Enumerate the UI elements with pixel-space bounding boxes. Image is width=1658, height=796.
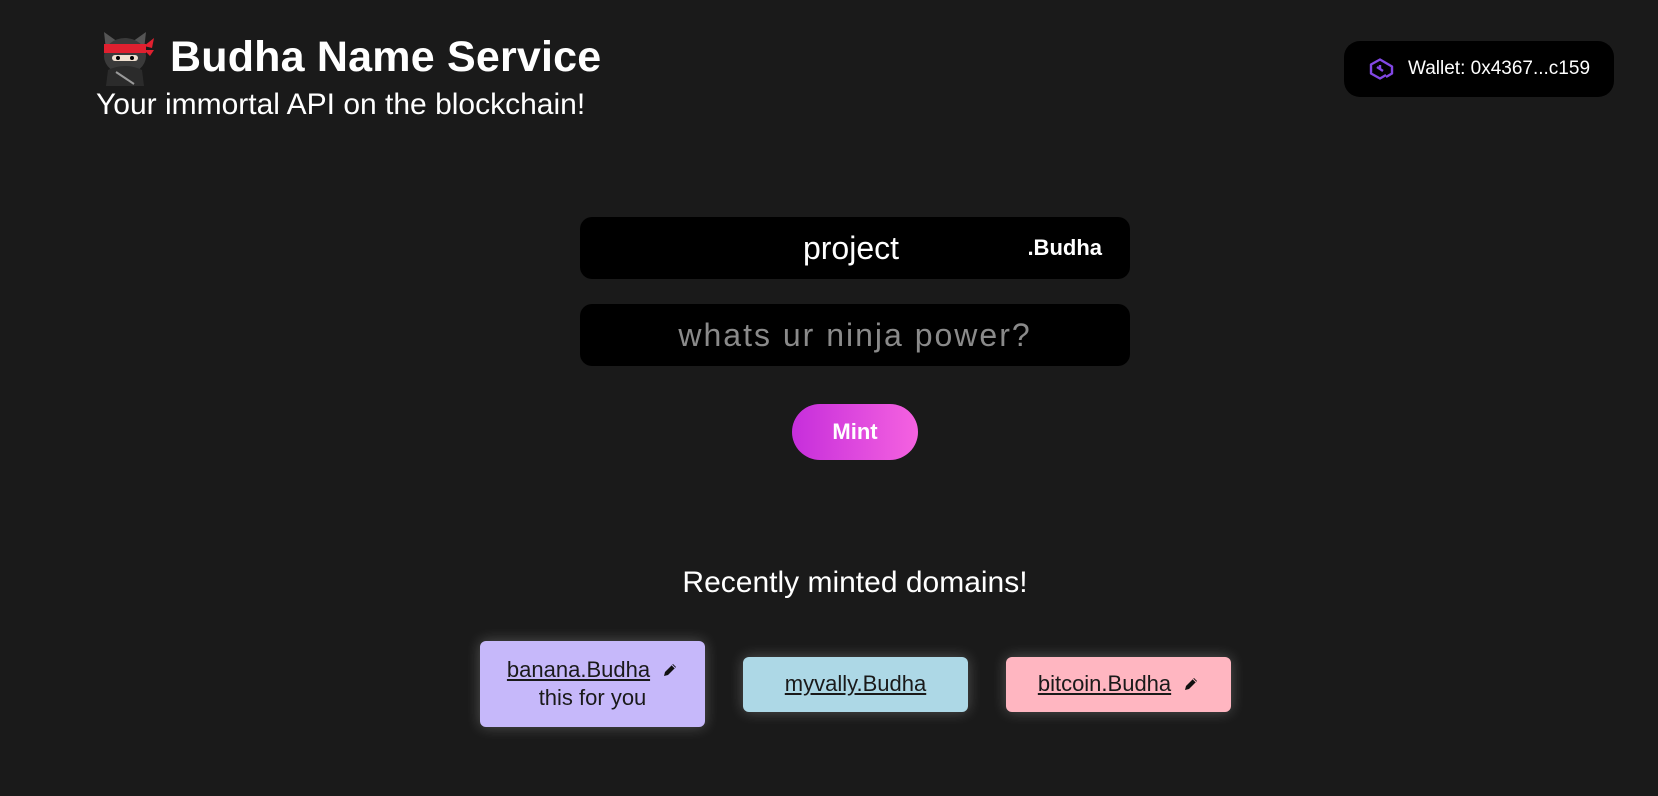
domain-input-box: .Budha — [580, 217, 1130, 279]
domain-card: banana.Budha this for you — [480, 641, 705, 727]
polygon-icon — [1369, 58, 1394, 80]
mint-button[interactable]: Mint — [792, 404, 918, 460]
edit-pencil-icon[interactable] — [1183, 676, 1199, 692]
domain-card: bitcoin.Budha — [1006, 656, 1231, 712]
page-title: Budha Name Service — [170, 32, 602, 81]
mint-form: .Budha Mint — [580, 217, 1130, 460]
domain-link-row: banana.Budha — [507, 657, 678, 683]
page-subtitle: Your immortal API on the blockchain! — [96, 88, 586, 121]
mint-wrap: Mint — [580, 404, 1130, 460]
domain-link[interactable]: banana.Budha — [507, 657, 650, 683]
header: Budha Name Service Your immortal API on … — [96, 28, 601, 122]
domain-link[interactable]: bitcoin.Budha — [1038, 671, 1171, 697]
wallet-label: Wallet: 0x4367...c159 — [1408, 58, 1591, 79]
record-input[interactable] — [580, 304, 1130, 366]
edit-pencil-icon[interactable] — [662, 662, 678, 678]
recent-domains-title: Recently minted domains! — [682, 566, 1028, 599]
recent-domains-list: banana.Budha this for you myvally.Budha … — [480, 641, 1658, 727]
domain-link-row: myvally.Budha — [785, 671, 926, 697]
title-row: Budha Name Service — [96, 28, 601, 86]
domain-link[interactable]: myvally.Budha — [785, 671, 926, 697]
domain-record: this for you — [538, 685, 647, 710]
ninja-cat-icon — [104, 32, 154, 86]
record-input-box — [580, 304, 1130, 366]
domain-card: myvally.Budha — [743, 656, 968, 712]
tld-suffix: .Budha — [1027, 235, 1102, 260]
wallet-button[interactable]: Wallet: 0x4367...c159 — [1344, 41, 1614, 97]
domain-link-row: bitcoin.Budha — [1038, 671, 1199, 697]
